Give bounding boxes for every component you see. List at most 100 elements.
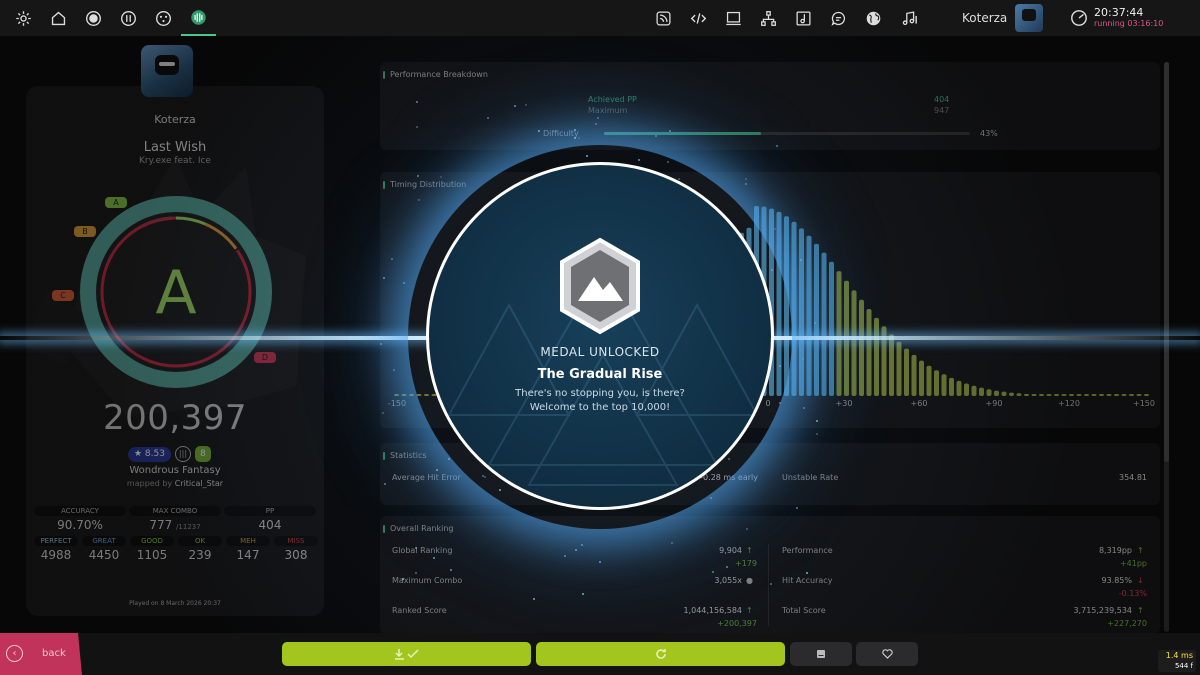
- maximum-pp-label: Maximum: [588, 106, 628, 115]
- user-button[interactable]: Koterza: [962, 0, 1044, 36]
- particle: [381, 412, 384, 415]
- achieved-pp-value: 404: [934, 95, 950, 104]
- stat-label: ACCURACY: [34, 506, 126, 516]
- player-name[interactable]: Koterza: [0, 113, 350, 126]
- globe-icon[interactable]: [856, 0, 891, 36]
- histogram-bar: [1009, 392, 1014, 396]
- clock-time: 20:37:44: [1094, 6, 1144, 19]
- stat-label: PP: [224, 506, 316, 516]
- particle: [670, 542, 673, 545]
- judgement-value: 308: [284, 548, 308, 562]
- total-score: 200,397: [102, 398, 248, 438]
- ruleset-icon: |||: [174, 446, 191, 462]
- panel-title: Statistics: [383, 451, 427, 460]
- mountain-medal-icon: [560, 237, 640, 335]
- judgement-ok: OK 239: [178, 536, 222, 562]
- histogram-bar: [806, 235, 812, 396]
- medal-name: The Gradual Rise: [537, 367, 663, 382]
- info-icon[interactable]: [111, 0, 146, 36]
- download-button[interactable]: [282, 642, 531, 666]
- clock[interactable]: 20:37:44 running 03:16:10: [1070, 0, 1163, 36]
- back-button[interactable]: ‹ back: [0, 633, 82, 675]
- histogram-bar: [401, 394, 407, 396]
- achieved-pp-label: Achieved PP: [588, 95, 637, 104]
- medal-description: There's no stopping you, is there? Welco…: [426, 387, 774, 415]
- judgement-value: 1105: [136, 548, 168, 562]
- histogram-bar: [1084, 394, 1089, 396]
- global-ranking-label: Global Ranking: [392, 546, 453, 555]
- judgement-label: MEH: [226, 536, 270, 546]
- stat-sub: /11237: [176, 523, 201, 531]
- beatmap-title: Last Wish: [143, 140, 207, 155]
- news-icon[interactable]: [646, 0, 681, 36]
- code-icon[interactable]: [681, 0, 716, 36]
- histogram-bar: [911, 354, 917, 396]
- stat-value-wrap: 777 /11237: [129, 518, 221, 532]
- column-divider: [768, 544, 769, 626]
- histogram-bar: [1076, 394, 1082, 396]
- stat-value: 90.70%: [57, 518, 103, 532]
- down-arrow-icon: ↓: [1137, 576, 1144, 585]
- histogram-bar: [836, 271, 842, 396]
- particle: [415, 571, 418, 574]
- judgement-great: GREAT 4450: [82, 536, 126, 562]
- judgement-value: 147: [236, 548, 260, 562]
- frame-time: 1.4 ms: [1165, 651, 1193, 660]
- particle: [813, 321, 816, 324]
- dice-icon[interactable]: [146, 0, 181, 36]
- panel-title: Overall Ranking: [383, 524, 454, 533]
- histogram-bar: [409, 394, 414, 396]
- collection-button[interactable]: [790, 642, 852, 666]
- favourite-button[interactable]: [856, 642, 918, 666]
- timing-tick: -150: [387, 399, 407, 408]
- up-arrow-icon: ↑: [1137, 546, 1144, 555]
- retry-button[interactable]: [536, 642, 785, 666]
- mapper-name[interactable]: Critical_Star: [175, 479, 223, 488]
- grade-chip-d: D: [254, 352, 276, 363]
- histogram-bar: [1039, 394, 1044, 396]
- grade-chip-b: B: [74, 226, 96, 237]
- settings-icon[interactable]: [6, 0, 41, 36]
- difficulty-name: Wondrous Fantasy: [129, 465, 221, 476]
- grade-chip-a: A: [105, 197, 127, 208]
- judgement-label: MISS: [274, 536, 318, 546]
- histogram-bar: [1031, 394, 1037, 396]
- mod-icon: 8: [194, 446, 211, 462]
- histogram-bar: [904, 348, 909, 396]
- particle: [796, 507, 799, 510]
- medal-unlocked-heading: MEDAL UNLOCKED: [540, 345, 660, 359]
- up-arrow-icon: ↑: [746, 546, 753, 555]
- results-icon[interactable]: [181, 0, 216, 36]
- particle: [803, 406, 806, 409]
- home-icon[interactable]: [41, 0, 76, 36]
- music-icon[interactable]: [891, 0, 926, 36]
- medal-circle[interactable]: [426, 162, 774, 510]
- overall-ranking-panel: Overall Ranking: [380, 516, 1160, 634]
- histogram-bar: [814, 243, 819, 396]
- player-avatar[interactable]: [141, 45, 193, 97]
- judgement-label: OK: [178, 536, 222, 546]
- performance-value: 8,319pp: [1098, 546, 1132, 555]
- judgement-meh: MEH 147: [226, 536, 270, 562]
- timing-tick: +90: [985, 399, 1003, 408]
- clock-icon: [1071, 10, 1087, 26]
- chat-icon[interactable]: [821, 0, 856, 36]
- particle: [450, 568, 453, 571]
- toolbar-username: Koterza: [962, 11, 1008, 25]
- circle-icon[interactable]: [76, 0, 111, 36]
- music-note-box-icon[interactable]: [786, 0, 821, 36]
- histogram-bar: [394, 394, 399, 396]
- collection-icon: [817, 650, 825, 658]
- heart-icon: [881, 649, 893, 659]
- tablet-icon[interactable]: [716, 0, 751, 36]
- scrollbar-thumb[interactable]: [1164, 62, 1169, 462]
- histogram-bar: [949, 377, 954, 396]
- particle: [806, 571, 809, 574]
- maximum-pp-value: 947: [934, 106, 950, 115]
- global-ranking-value: 9,904: [719, 546, 742, 555]
- fps-counter: 1.4 ms 544 f: [1158, 650, 1196, 672]
- difficulty-bar: [604, 132, 970, 135]
- ranked-score-value: 1,044,156,584: [683, 606, 742, 615]
- hit-accuracy-label: Hit Accuracy: [782, 576, 833, 585]
- tree-icon[interactable]: [751, 0, 786, 36]
